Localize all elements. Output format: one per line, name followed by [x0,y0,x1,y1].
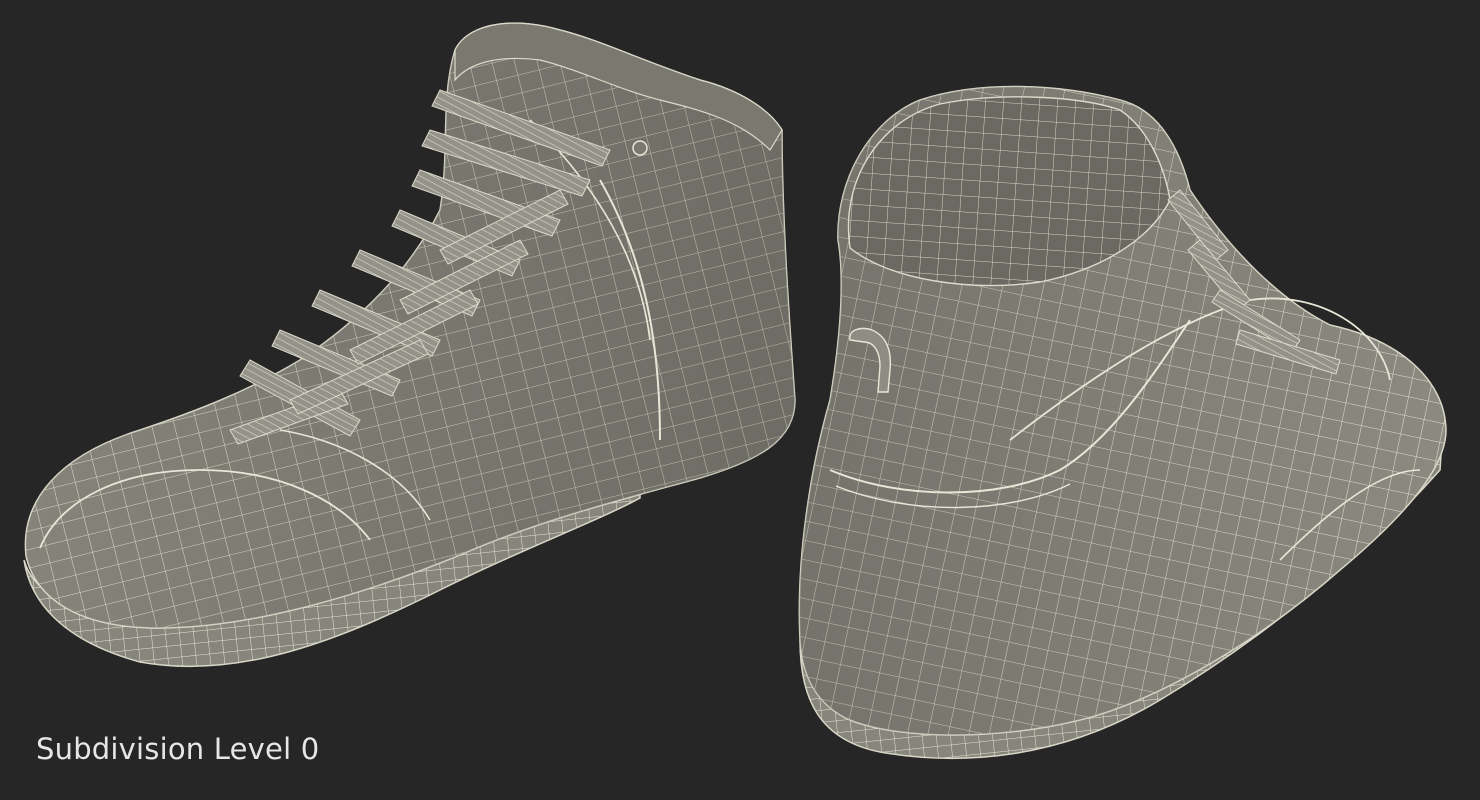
render-viewport: Subdivision Level 0 [0,0,1480,800]
wireframe-render [23,22,1447,760]
left-shoe-eyelet [632,140,648,156]
subdivision-level-caption: Subdivision Level 0 [36,732,320,766]
right-shoe-model [798,85,1447,760]
left-shoe-model [23,22,796,668]
